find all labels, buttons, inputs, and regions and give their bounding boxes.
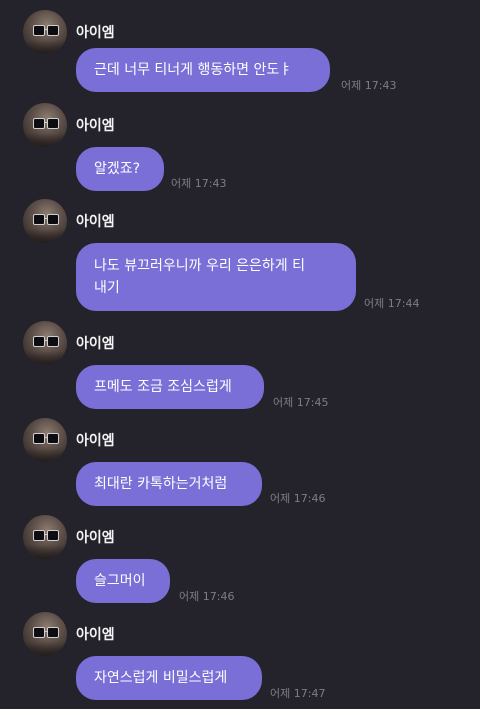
message-text: 슬그머이 [94,573,146,589]
message-timestamp: 어제 17:43 [341,79,397,92]
message-bubble[interactable]: 슬그머이 [76,559,170,603]
avatar[interactable] [23,321,67,365]
sender-name[interactable]: 아이엠 [76,115,115,135]
avatar-shadow [23,642,67,656]
sunglasses-left-lens [33,433,45,444]
avatar[interactable] [23,515,67,559]
message-text: 프메도 조금 조심스럽게 [94,379,232,395]
message-text: 자연스럽게 비밀스럽게 [94,670,228,686]
avatar-shadow [23,133,67,147]
sunglasses-right-lens [47,336,59,347]
sunglasses-left-lens [33,530,45,541]
sunglasses-left-lens [33,627,45,638]
message-bubble[interactable]: 나도 뷰끄러우니까 우리 은은하게 티 내기 [76,243,356,311]
sender-name[interactable]: 아이엠 [76,430,115,450]
sunglasses-left-lens [33,25,45,36]
sunglasses-right-lens [47,214,59,225]
message-bubble[interactable]: 근데 너무 티너게 행동하면 안도ㅑ [76,48,330,92]
message-bubble[interactable]: 자연스럽게 비밀스럽게 [76,656,262,700]
avatar[interactable] [23,199,67,243]
message-text-line: 나도 뷰끄러우니까 우리 은은하게 티 [94,258,305,274]
message-timestamp: 어제 17:47 [270,687,326,700]
message-timestamp: 어제 17:43 [171,177,227,190]
avatar[interactable] [23,612,67,656]
message-text: 알겠죠? [94,161,141,177]
avatar-shadow [23,40,67,54]
avatar-shadow [23,229,67,243]
message-bubble[interactable]: 최대란 카톡하는거처럼 [76,462,262,506]
avatar[interactable] [23,10,67,54]
message-timestamp: 어제 17:46 [179,590,235,603]
message-bubble[interactable]: 알겠죠? [76,147,164,191]
message-text-line: 내기 [94,280,120,296]
message-timestamp: 어제 17:44 [364,297,420,310]
message-bubble[interactable]: 프메도 조금 조심스럽게 [76,365,264,409]
sender-name[interactable]: 아이엠 [76,22,115,42]
sender-name[interactable]: 아이엠 [76,624,115,644]
message-text: 근데 너무 티너게 행동하면 안도ㅑ [94,62,293,78]
avatar-shadow [23,351,67,365]
sender-name[interactable]: 아이엠 [76,333,115,353]
message-timestamp: 어제 17:45 [273,396,329,409]
sunglasses-left-lens [33,214,45,225]
sunglasses-right-lens [47,118,59,129]
avatar-shadow [23,545,67,559]
message-timestamp: 어제 17:46 [270,492,326,505]
sender-name[interactable]: 아이엠 [76,211,115,231]
sunglasses-right-lens [47,627,59,638]
avatar[interactable] [23,103,67,147]
sunglasses-right-lens [47,433,59,444]
avatar[interactable] [23,418,67,462]
sunglasses-right-lens [47,25,59,36]
sender-name[interactable]: 아이엠 [76,527,115,547]
sunglasses-left-lens [33,118,45,129]
avatar-shadow [23,448,67,462]
sunglasses-left-lens [33,336,45,347]
sunglasses-right-lens [47,530,59,541]
message-text: 최대란 카톡하는거처럼 [94,476,228,492]
